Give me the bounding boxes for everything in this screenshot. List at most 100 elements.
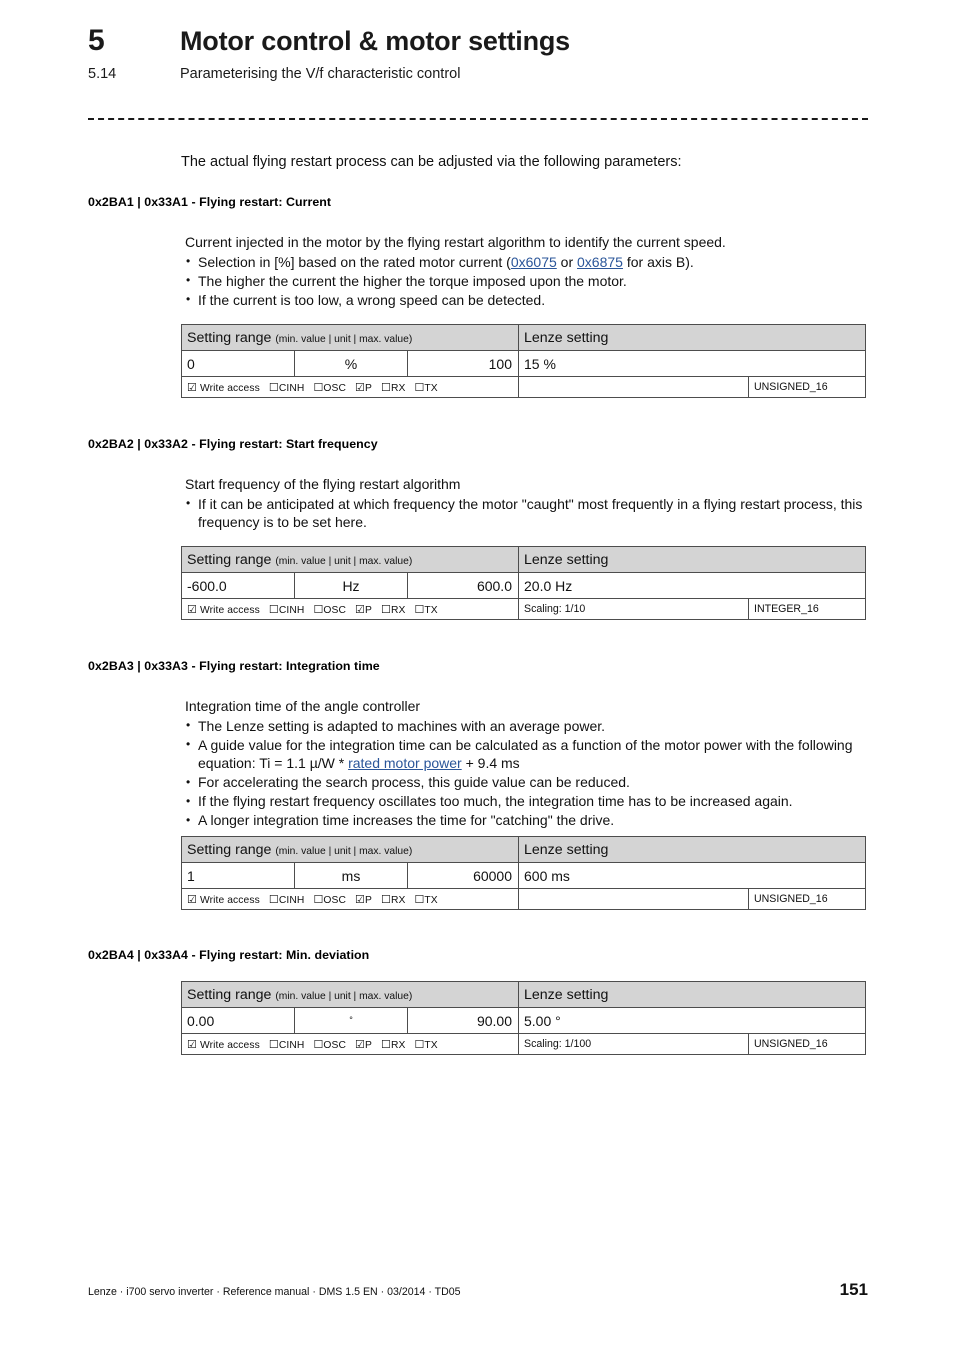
footer-text: Lenze · i700 servo inverter · Reference …: [88, 1286, 461, 1298]
table-value-row: 0.00 ° 90.00 5.00 °: [181, 1007, 866, 1034]
p-checkbox[interactable]: ☑: [355, 1039, 365, 1051]
access-flags-cell: ☑ Write access ☐CINH ☐OSC ☑P ☐RX ☐TX: [181, 376, 519, 398]
cross-reference-link[interactable]: rated motor power: [348, 755, 462, 771]
write-access-label: Write access: [199, 1039, 260, 1051]
access-flags-cell: ☑ Write access ☐CINH ☐OSC ☑P ☐RX ☐TX: [181, 1033, 519, 1055]
bullet-text-run: A longer integration time increases the …: [198, 812, 615, 828]
write-access-checkbox[interactable]: ☑: [187, 604, 197, 616]
parameter-table: Setting range (min. value | unit | max. …: [181, 981, 866, 1055]
data-type-cell: UNSIGNED_16: [748, 888, 866, 910]
rx-label: RX: [390, 604, 406, 616]
page-header: 5 Motor control & motor settings 5.14 Pa…: [88, 24, 878, 83]
rx-checkbox[interactable]: ☐: [381, 382, 391, 394]
parameter-description: Current injected in the motor by the fly…: [185, 233, 878, 309]
parameter-description: Start frequency of the flying restart al…: [185, 475, 878, 532]
cinh-checkbox[interactable]: ☐: [269, 1039, 279, 1051]
bullet-item: For accelerating the search process, thi…: [185, 773, 878, 792]
table-access-row: ☑ Write access ☐CINH ☐OSC ☑P ☐RX ☐TX UNSIGNED_…: [181, 376, 866, 398]
section-number: 5.14: [88, 66, 117, 82]
tx-checkbox[interactable]: ☐: [414, 894, 424, 906]
osc-checkbox[interactable]: ☐: [313, 382, 323, 394]
parameter-section: 0x2BA3 | 0x33A3 - Flying restart: Integr…: [88, 658, 878, 830]
scaling-cell: [518, 888, 749, 910]
bullet-item: The higher the current the higher the to…: [185, 271, 878, 291]
osc-label: OSC: [323, 604, 347, 616]
p-checkbox[interactable]: ☑: [355, 382, 365, 394]
parameter-title: 0x2BA3 | 0x33A3 - Flying restart: Integr…: [88, 659, 380, 673]
chapter-number: 5: [88, 24, 105, 57]
min-value-cell: 1: [181, 862, 295, 889]
tx-checkbox[interactable]: ☐: [414, 604, 424, 616]
parameter-table: Setting range (min. value | unit | max. …: [181, 324, 866, 398]
setting-range-header: Setting range (min. value | unit | max. …: [181, 981, 519, 1008]
parameter-lead-text: Current injected in the motor by the fly…: [185, 234, 726, 250]
scaling-cell: Scaling: 1/100: [518, 1033, 749, 1055]
parameter-title: 0x2BA2 | 0x33A2 - Flying restart: Start …: [88, 437, 378, 451]
bullet-text-run: A guide value for the integration time c…: [198, 736, 853, 772]
write-access-checkbox[interactable]: ☑: [187, 382, 197, 394]
cinh-checkbox[interactable]: ☐: [269, 382, 279, 394]
cinh-checkbox[interactable]: ☐: [269, 604, 279, 616]
osc-label: OSC: [323, 894, 347, 906]
rx-label: RX: [390, 894, 406, 906]
rx-checkbox[interactable]: ☐: [381, 894, 391, 906]
unit-cell: ms: [294, 862, 408, 889]
p-label: P: [365, 382, 372, 394]
table-value-row: 0% 100 15 %: [181, 350, 866, 377]
bullet-text-run: If the flying restart frequency oscillat…: [198, 793, 793, 809]
tx-checkbox[interactable]: ☐: [414, 1039, 424, 1051]
unit-cell: Hz: [294, 572, 408, 599]
tx-label: TX: [424, 382, 438, 394]
table-header-row: Setting range (min. value | unit | max. …: [181, 546, 866, 573]
table-header-row: Setting range (min. value | unit | max. …: [181, 836, 866, 863]
table-access-row: ☑ Write access ☐CINH ☐OSC ☑P ☐RX ☐TX Scaling: …: [181, 1033, 866, 1055]
write-access-checkbox[interactable]: ☑: [187, 1039, 197, 1051]
parameter-section: 0x2BA1 | 0x33A1 - Flying restart: Curren…: [88, 194, 878, 309]
lenze-setting-value-cell: 5.00 °: [518, 1007, 866, 1034]
parameter-section: 0x2BA2 | 0x33A2 - Flying restart: Start …: [88, 436, 878, 532]
tx-label: TX: [424, 604, 438, 616]
rx-label: RX: [390, 382, 406, 394]
setting-range-header: Setting range (min. value | unit | max. …: [181, 836, 519, 863]
table-value-row: 1 ms 60000 600 ms: [181, 862, 866, 889]
parameter-description: Integration time of the angle controller…: [185, 697, 878, 830]
bullet-item: A guide value for the integration time c…: [185, 735, 878, 773]
scaling-cell: [518, 376, 749, 398]
cinh-checkbox[interactable]: ☐: [269, 894, 279, 906]
chapter-heading: 5 Motor control & motor settings: [88, 24, 878, 58]
table-value-row: -600.0 Hz 600.0 20.0 Hz: [181, 572, 866, 599]
data-type-cell: INTEGER_16: [748, 598, 866, 620]
table-access-row: ☑ Write access ☐CINH ☐OSC ☑P ☐RX ☐TX Scaling: …: [181, 598, 866, 620]
bullet-text-run: for axis B).: [622, 253, 694, 270]
p-label: P: [365, 604, 372, 616]
write-access-checkbox[interactable]: ☑: [187, 894, 197, 906]
parameter-title: 0x2BA1 | 0x33A1 - Flying restart: Curren…: [88, 195, 332, 209]
rx-checkbox[interactable]: ☐: [381, 604, 391, 616]
parameter-bullet-list: The Lenze setting is adapted to machines…: [185, 716, 878, 830]
access-flags-cell: ☑ Write access ☐CINH ☐OSC ☑P ☐RX ☐TX: [181, 598, 519, 620]
bullet-text-run: If the current is too low, a wrong speed…: [198, 291, 546, 308]
cross-reference-link[interactable]: 0x6075: [511, 254, 557, 270]
rx-checkbox[interactable]: ☐: [381, 1039, 391, 1051]
cross-reference-link[interactable]: 0x6875: [577, 254, 623, 270]
data-type-cell: UNSIGNED_16: [748, 376, 866, 398]
osc-checkbox[interactable]: ☐: [313, 604, 323, 616]
write-access-label: Write access: [199, 894, 260, 906]
lenze-setting-header: Lenze setting: [518, 981, 866, 1008]
p-checkbox[interactable]: ☑: [355, 894, 365, 906]
tx-checkbox[interactable]: ☐: [414, 382, 424, 394]
osc-checkbox[interactable]: ☐: [313, 894, 323, 906]
osc-label: OSC: [323, 1039, 347, 1051]
bullet-item: The Lenze setting is adapted to machines…: [185, 716, 878, 736]
cinh-label: CINH: [278, 894, 305, 906]
parameter-section: 0x2BA4 | 0x33A4 - Flying restart: Min. d…: [88, 947, 878, 963]
table-header-row: Setting range (min. value | unit | max. …: [181, 324, 866, 351]
bullet-item: If the flying restart frequency oscillat…: [185, 792, 878, 811]
table-access-row: ☑ Write access ☐CINH ☐OSC ☑P ☐RX ☐TX UNSIGNED_…: [181, 888, 866, 910]
cinh-label: CINH: [278, 1039, 305, 1051]
cinh-label: CINH: [278, 604, 305, 616]
osc-checkbox[interactable]: ☐: [313, 1039, 323, 1051]
min-value-cell: -600.0: [181, 572, 295, 599]
p-checkbox[interactable]: ☑: [355, 604, 365, 616]
scaling-cell: Scaling: 1/10: [518, 598, 749, 620]
